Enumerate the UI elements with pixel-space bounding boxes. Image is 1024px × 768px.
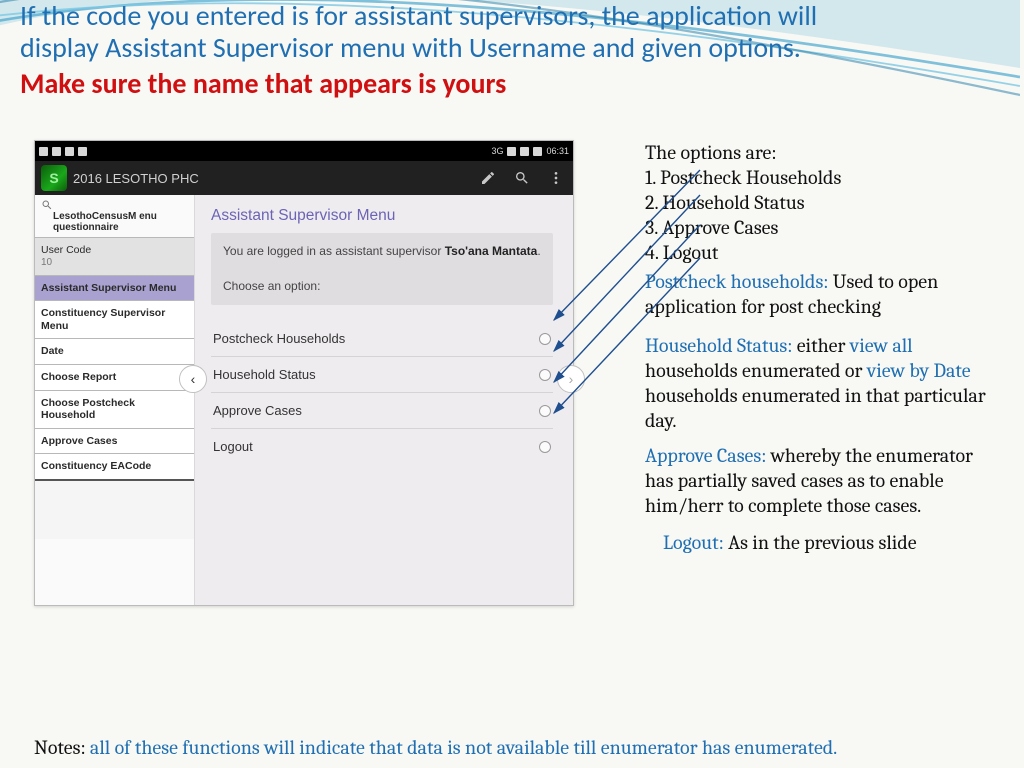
household-status-label: Household Status: xyxy=(645,334,792,357)
phone-screenshot: 3G 06:31 S 2016 LESOTHO PHC xyxy=(34,140,574,606)
signal-icon xyxy=(520,147,529,156)
menu-title: Assistant Supervisor Menu xyxy=(211,207,553,225)
tree-item[interactable]: Choose Report xyxy=(35,364,194,390)
option-1-text: 1. Postcheck Households xyxy=(645,165,1005,190)
status-icon xyxy=(39,147,48,156)
option-2-text: 2. Household Status xyxy=(645,190,1005,215)
menu-option-row[interactable]: Approve Cases xyxy=(211,393,553,429)
menu-option-label: Approve Cases xyxy=(213,403,302,418)
menu-option-row[interactable]: Household Status xyxy=(211,357,553,393)
choose-label: Choose an option: xyxy=(223,279,320,293)
android-statusbar: 3G 06:31 xyxy=(35,141,573,161)
menu-option-row[interactable]: Postcheck Households xyxy=(211,321,553,357)
side-nav-tree: LesothoCensusM enu questionnaire User Co… xyxy=(35,195,195,605)
login-info-box: You are logged in as assistant superviso… xyxy=(211,233,553,305)
radio-icon[interactable] xyxy=(539,441,551,453)
notes-label: Notes: xyxy=(34,736,86,759)
hh-view-all: view all xyxy=(850,334,913,357)
notes-text: all of these functions will indicate tha… xyxy=(86,736,838,759)
hh-text-c: households enumerated in that particular… xyxy=(645,384,986,432)
menu-option-label: Logout xyxy=(213,439,253,454)
hh-text-b: households enumerated or xyxy=(645,359,867,382)
status-icon xyxy=(78,147,87,156)
status-icon xyxy=(65,147,74,156)
menu-option-row[interactable]: Logout xyxy=(211,429,553,464)
signal-icon xyxy=(507,147,516,156)
hh-text-a: either xyxy=(792,334,849,357)
radio-icon[interactable] xyxy=(539,405,551,417)
info-username: Tso'ana Mantata xyxy=(445,244,538,258)
radio-icon[interactable] xyxy=(539,369,551,381)
tree-item[interactable]: Assistant Supervisor Menu xyxy=(35,275,194,301)
battery-icon xyxy=(533,147,542,156)
nav-next-button[interactable]: › xyxy=(557,365,585,393)
search-icon[interactable] xyxy=(505,161,539,195)
option-4-text: 4. Logout xyxy=(645,240,1005,265)
search-icon[interactable] xyxy=(41,199,53,211)
app-logo: S xyxy=(41,165,67,191)
hh-view-date: view by Date xyxy=(867,359,971,382)
network-label: 3G xyxy=(491,146,503,156)
menu-option-label: Household Status xyxy=(213,367,316,382)
tree-item[interactable]: Constituency EACode xyxy=(35,453,194,479)
overflow-icon[interactable] xyxy=(539,161,573,195)
tree-item[interactable]: Date xyxy=(35,338,194,364)
nav-prev-button[interactable]: ‹ xyxy=(179,365,207,393)
approve-cases-label: Approve Cases: xyxy=(645,444,766,467)
logout-desc: As in the previous slide xyxy=(724,531,917,554)
radio-icon[interactable] xyxy=(539,333,551,345)
status-icon xyxy=(52,147,61,156)
info-suffix: . xyxy=(537,244,540,258)
app-title: 2016 LESOTHO PHC xyxy=(73,171,471,186)
main-pane: ‹ › Assistant Supervisor Menu You are lo… xyxy=(195,195,573,605)
heading-line-2: display Assistant Supervisor menu with U… xyxy=(20,32,1004,64)
tree-item[interactable]: Approve Cases xyxy=(35,428,194,454)
options-intro: The options are: xyxy=(645,140,1005,165)
heading-line-1: If the code you entered is for assistant… xyxy=(20,0,1004,32)
app-bar: S 2016 LESOTHO PHC xyxy=(35,161,573,195)
tree-item[interactable]: User Code10 xyxy=(35,237,194,275)
postcheck-label: Postcheck households: xyxy=(645,270,828,293)
tree-end-spacer xyxy=(35,479,194,539)
clock-label: 06:31 xyxy=(546,146,569,156)
info-prefix: You are logged in as assistant superviso… xyxy=(223,244,445,258)
tree-item[interactable]: Choose Postcheck Household xyxy=(35,390,194,428)
option-3-text: 3. Approve Cases xyxy=(645,215,1005,240)
heading-warning: Make sure the name that appears is yours xyxy=(20,66,1004,101)
compose-icon[interactable] xyxy=(471,161,505,195)
questionnaire-label: LesothoCensusM enu questionnaire xyxy=(35,211,194,237)
tree-item-sub: 10 xyxy=(41,257,188,269)
tree-item[interactable]: Constituency Supervisor Menu xyxy=(35,300,194,338)
menu-option-label: Postcheck Households xyxy=(213,331,345,346)
logout-label: Logout: xyxy=(663,531,724,554)
